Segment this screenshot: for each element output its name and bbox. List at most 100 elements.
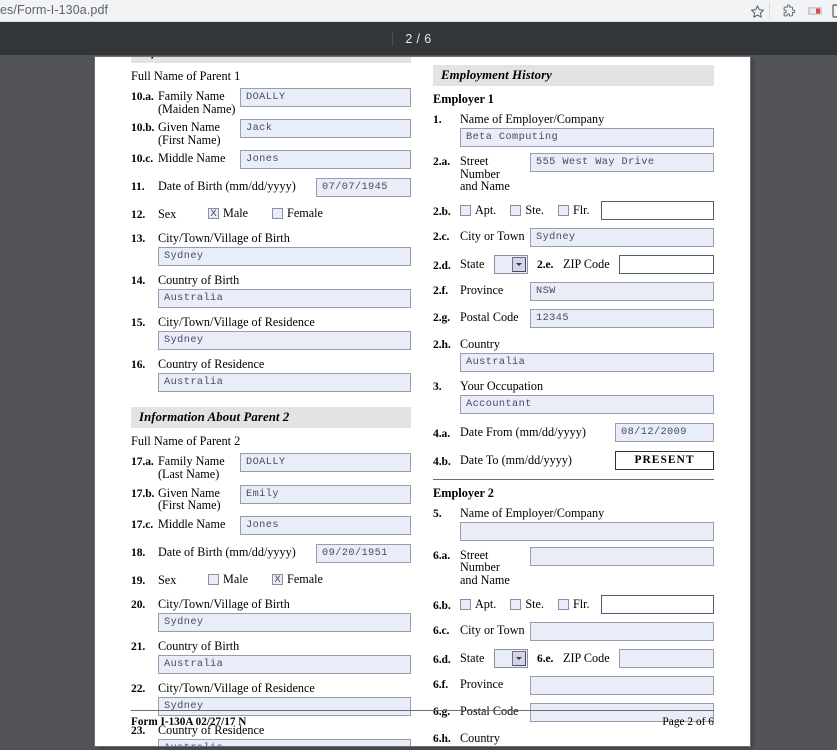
dob-parent1-input[interactable]: 07/07/1945 bbox=[316, 178, 411, 198]
dob-parent2-input[interactable]: 09/20/1951 bbox=[316, 543, 411, 563]
pdf-page-indicator[interactable]: 2 / 6 bbox=[0, 22, 837, 55]
checkbox-apt-employer1[interactable] bbox=[460, 204, 471, 216]
employer2-province-input[interactable] bbox=[530, 675, 714, 695]
field-label: Date From (mm/dd/yyyy) bbox=[460, 424, 586, 439]
field-row-family-name-parent2: 17.a. Family Name (Last Name) DOALLY bbox=[131, 453, 411, 480]
employer1-date-from-input[interactable]: 08/12/2009 bbox=[615, 422, 714, 442]
field-label: Sex bbox=[158, 572, 177, 587]
employer1-street-input[interactable]: 555 West Way Drive bbox=[530, 153, 714, 172]
employer2-name-input[interactable] bbox=[460, 521, 714, 541]
country-birth-parent2-input[interactable]: Australia bbox=[158, 654, 411, 674]
checkbox-male-label: Male bbox=[223, 206, 249, 221]
field-number: 10.b. bbox=[131, 121, 155, 135]
page-number-text: Page 2 of 6 bbox=[662, 716, 714, 728]
field-label-line1: Street Number bbox=[460, 154, 500, 181]
employer1-unit-number-input[interactable] bbox=[600, 200, 714, 220]
employer2-apt-option[interactable]: Apt. bbox=[460, 597, 496, 612]
star-icon[interactable] bbox=[748, 2, 766, 20]
browser-menu-icon[interactable] bbox=[829, 2, 837, 20]
employer2-street-input[interactable] bbox=[530, 546, 714, 566]
form-right-column: Employment History Employer 1 1. Name of… bbox=[433, 57, 714, 746]
employer2-zip-input[interactable] bbox=[619, 648, 714, 668]
field-label: City/Town/Village of Residence bbox=[158, 680, 315, 695]
sex-male-parent2-option[interactable]: Male bbox=[208, 572, 248, 587]
field-label: Street Number and Name bbox=[460, 153, 530, 193]
checkbox-flr-employer2[interactable] bbox=[557, 598, 569, 610]
sex-female-parent2-option[interactable]: X Female bbox=[272, 572, 323, 587]
field-number: 6.h. bbox=[433, 731, 451, 745]
field-label: ZIP Code bbox=[563, 256, 610, 271]
employer1-apt-option[interactable]: Apt. bbox=[460, 203, 496, 218]
field-label: Middle Name bbox=[158, 151, 226, 166]
checkbox-apt-employer2[interactable] bbox=[460, 598, 471, 610]
field-label: Country of Birth bbox=[158, 638, 240, 653]
checkbox-ste-employer2[interactable] bbox=[510, 598, 522, 610]
family-name-parent2-input[interactable]: DOALLY bbox=[240, 453, 411, 473]
checkbox-female-parent2[interactable]: X bbox=[272, 573, 284, 585]
field-label: Name of Employer/Company bbox=[460, 505, 605, 520]
checkbox-female-parent1[interactable] bbox=[272, 208, 284, 220]
sex-male-parent1-option[interactable]: X Male bbox=[208, 206, 248, 221]
employer2-city-input[interactable] bbox=[530, 621, 714, 641]
employer2-flr-option[interactable]: Flr. bbox=[557, 597, 590, 612]
city-residence-parent1-input[interactable]: Sydney bbox=[158, 331, 411, 351]
field-number: 6.a. bbox=[433, 548, 450, 562]
checkbox-flr-employer1[interactable] bbox=[557, 204, 569, 216]
family-name-parent1-input[interactable]: DOALLY bbox=[240, 88, 411, 107]
employer1-province-input[interactable]: NSW bbox=[530, 281, 714, 301]
country-birth-parent1-input[interactable]: Australia bbox=[158, 289, 411, 309]
field-label: Your Occupation bbox=[460, 378, 544, 393]
employer2-ste-option[interactable]: Ste. bbox=[510, 597, 544, 612]
given-name-parent1-input[interactable]: Jack bbox=[240, 119, 411, 139]
employer1-state-select[interactable] bbox=[494, 254, 528, 274]
employer2-unit-number-input[interactable] bbox=[600, 594, 714, 614]
chevron-down-icon[interactable] bbox=[512, 256, 526, 272]
sex-female-parent1-option[interactable]: Female bbox=[272, 206, 323, 221]
employer1-zip-input[interactable] bbox=[619, 254, 714, 274]
field-label: Sex bbox=[158, 207, 177, 222]
given-name-parent2-input[interactable]: Emily bbox=[240, 484, 411, 504]
field-row-employer2-name: 5. Name of Employer/Company bbox=[433, 505, 714, 520]
employer1-ste-option[interactable]: Ste. bbox=[510, 203, 544, 218]
field-label: Date of Birth (mm/dd/yyyy) bbox=[158, 544, 296, 559]
checkbox-flr-label: Flr. bbox=[572, 202, 590, 217]
chevron-down-icon[interactable] bbox=[512, 650, 526, 666]
middle-name-parent2-input[interactable]: Jones bbox=[240, 515, 411, 535]
employer1-flr-option[interactable]: Flr. bbox=[557, 202, 590, 218]
employer1-date-to-input[interactable]: PRESENT bbox=[615, 450, 714, 470]
employer1-country-input[interactable]: Australia bbox=[460, 352, 714, 372]
checkbox-ste-employer1[interactable] bbox=[510, 204, 522, 216]
employer1-occupation-input[interactable]: Accountant bbox=[460, 394, 714, 414]
browser-omnibar: es/Form-I-130a.pdf bbox=[0, 0, 837, 22]
employer2-state-select[interactable] bbox=[494, 648, 528, 668]
field-row-country-birth-parent1: 14. Country of Birth bbox=[131, 272, 411, 287]
field-number: 2.b. bbox=[433, 204, 451, 218]
city-birth-parent2-input[interactable]: Sydney bbox=[158, 612, 411, 632]
field-label: Date of Birth (mm/dd/yyyy) bbox=[158, 179, 296, 194]
field-label-line2: and Name bbox=[460, 572, 510, 587]
middle-name-parent1-input[interactable]: Jones bbox=[240, 150, 411, 170]
employer1-postal-input[interactable]: 12345 bbox=[530, 308, 714, 328]
checkbox-ste-label: Ste. bbox=[525, 202, 544, 217]
employer1-name-input[interactable]: Beta Computing bbox=[460, 128, 714, 147]
section-header-parent-1: Information About Parent 1 bbox=[131, 57, 411, 63]
field-number: 22. bbox=[131, 681, 146, 695]
field-row-employer2-country: 6.h. Country bbox=[433, 730, 714, 745]
checkbox-female-label: Female bbox=[287, 571, 323, 586]
field-label: Province bbox=[460, 282, 504, 297]
checkbox-male-parent1[interactable]: X bbox=[208, 208, 219, 220]
country-residence-parent1-input[interactable]: Australia bbox=[158, 373, 411, 393]
field-row-employer1-name: 1. Name of Employer/Company bbox=[433, 111, 714, 126]
country-residence-parent2-input[interactable]: Australia bbox=[158, 738, 411, 746]
field-row-dob-parent2: 18. Date of Birth (mm/dd/yyyy) 09/20/195… bbox=[131, 543, 411, 563]
employer1-city-input[interactable]: Sydney bbox=[530, 227, 714, 247]
field-label: Date To (mm/dd/yyyy) bbox=[460, 452, 572, 467]
field-number: 17.c. bbox=[131, 517, 154, 531]
field-row-employer2-state-zip: 6.d. State 6.e. ZIP Code bbox=[433, 648, 714, 668]
extensions-puzzle-icon[interactable] bbox=[779, 2, 797, 20]
profile-avatar-icon[interactable] bbox=[806, 2, 824, 20]
city-birth-parent1-input[interactable]: Sydney bbox=[158, 247, 411, 267]
field-label: City or Town bbox=[460, 622, 525, 637]
checkbox-male-parent2[interactable] bbox=[208, 573, 219, 585]
omnibox-url-text[interactable]: es/Form-I-130a.pdf bbox=[0, 3, 108, 17]
